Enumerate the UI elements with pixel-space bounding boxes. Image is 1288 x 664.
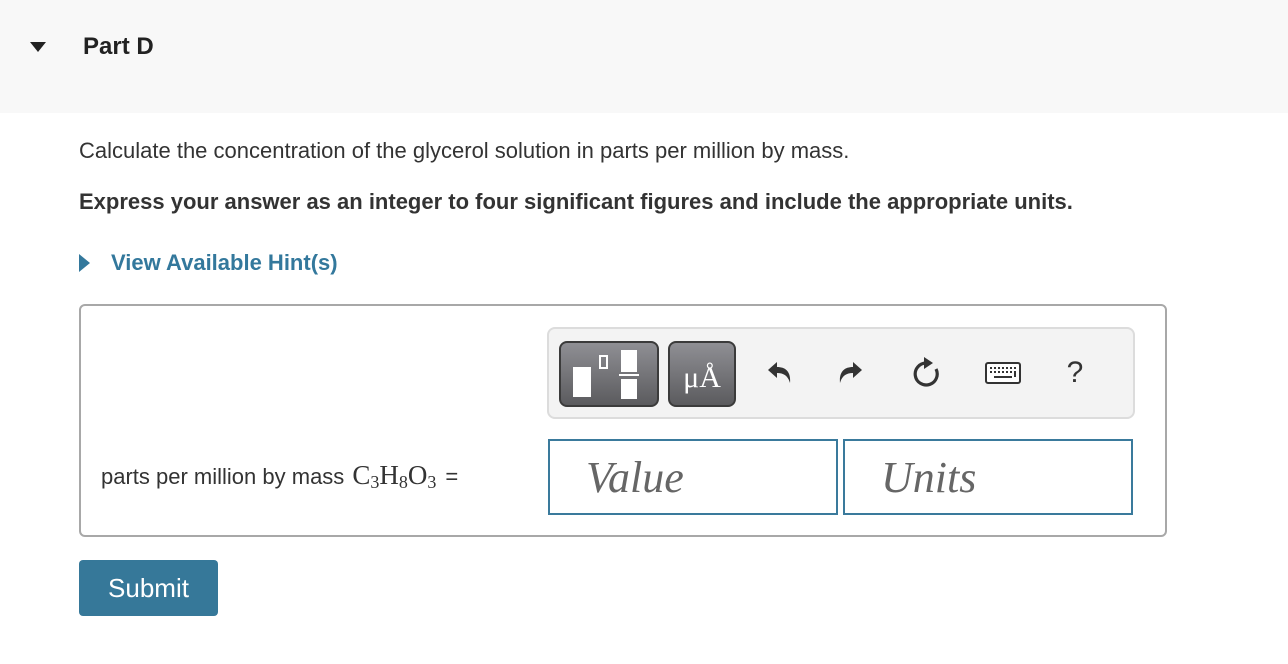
value-placeholder: Value — [586, 452, 684, 502]
part-header[interactable]: Part D — [0, 0, 1288, 113]
keyboard-button[interactable] — [983, 355, 1023, 391]
instruction-text: Express your answer as an integer to fou… — [79, 189, 1073, 214]
templates-button[interactable] — [559, 341, 659, 407]
equals-sign: = — [445, 464, 459, 489]
symbols-button[interactable]: μÅ — [668, 341, 736, 407]
answer-label-row: parts per million by mass C3H8O3 = — [101, 460, 458, 493]
part-title: Part D — [83, 33, 154, 60]
undo-button[interactable] — [762, 355, 798, 391]
math-toolbar: μÅ ? — [547, 327, 1135, 419]
view-hints-link[interactable]: View Available Hint(s) — [79, 248, 338, 278]
units-input[interactable]: Units — [843, 439, 1133, 515]
redo-icon — [839, 362, 862, 383]
reset-icon — [913, 357, 939, 387]
keyboard-icon — [985, 362, 1021, 384]
units-symbols-icon: μÅ — [683, 361, 721, 394]
redo-button[interactable] — [832, 355, 868, 391]
caret-down-icon[interactable] — [30, 42, 46, 52]
help-button[interactable]: ? — [1057, 355, 1093, 391]
caret-right-icon — [79, 254, 90, 272]
submit-button[interactable]: Submit — [79, 560, 218, 616]
undo-icon — [768, 362, 791, 383]
reset-button[interactable] — [908, 355, 944, 391]
help-icon: ? — [1066, 356, 1084, 389]
chemical-formula: C3H8O3 — [352, 460, 437, 492]
answer-label: parts per million by mass — [101, 464, 345, 489]
value-input[interactable]: Value — [548, 439, 838, 515]
question-text: Calculate the concentration of the glyce… — [79, 138, 850, 163]
units-placeholder: Units — [881, 452, 977, 502]
hint-label: View Available Hint(s) — [111, 250, 338, 275]
